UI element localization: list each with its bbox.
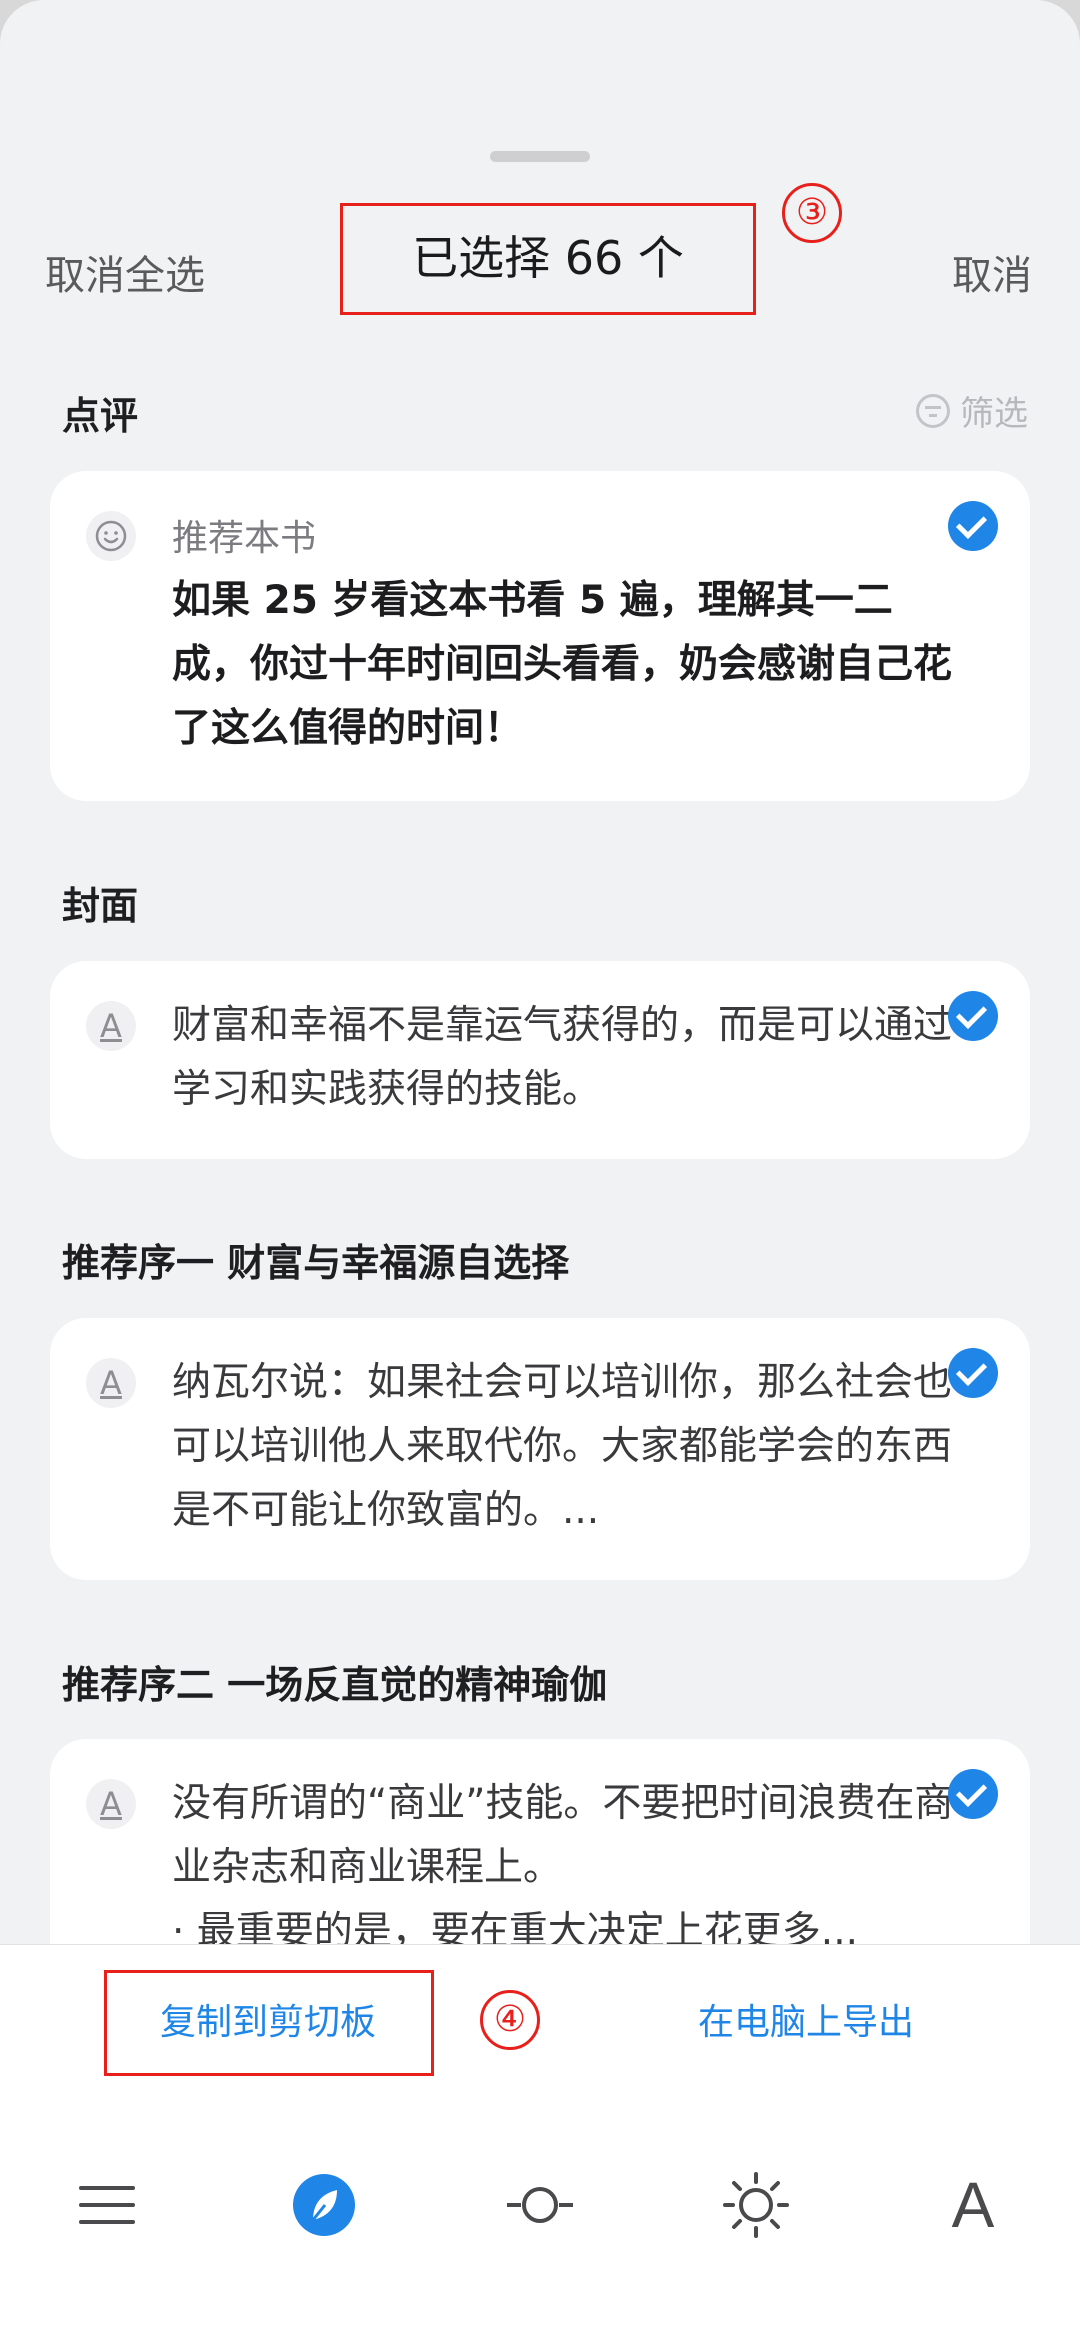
annotation-box-copy	[104, 1970, 434, 2076]
section-title: 封面	[62, 884, 139, 928]
underline-a-icon: A	[86, 1779, 136, 1829]
font-icon-glyph: A	[951, 2169, 995, 2241]
note-card[interactable]: A 财富和幸福不是靠运气获得的，而是可以通过学习和实践获得的技能。	[50, 961, 1030, 1159]
card-text: 财富和幸福不是靠运气获得的，而是可以通过学习和实践获得的技能。	[172, 1003, 953, 1112]
progress-slider-icon[interactable]	[495, 2160, 585, 2250]
filter-icon	[916, 393, 950, 428]
annotation-marker-4: ④	[480, 1990, 540, 2050]
checkbox-checked[interactable]	[948, 501, 998, 551]
checkbox-checked[interactable]	[948, 1769, 998, 1819]
export-on-computer-button[interactable]: 在电脑上导出	[698, 1945, 914, 2100]
card-text: 纳瓦尔说：如果社会可以培训你，那么社会也可以培训他人来取代你。大家都能学会的东西…	[172, 1360, 953, 1533]
annotation-box-title	[340, 203, 756, 315]
card-text: 没有所谓的“商业”技能。不要把时间浪费在商业杂志和商业课程上。	[172, 1781, 954, 1890]
smiley-icon	[86, 511, 136, 561]
card-label: 推荐本书	[172, 518, 317, 559]
cancel-button[interactable]: 取消	[952, 243, 1032, 301]
note-card[interactable]: 推荐本书 如果 25 岁看这本书看 5 遍，理解其一二成，你过十年时间回头看看，…	[50, 471, 1030, 801]
note-card[interactable]: A 纳瓦尔说：如果社会可以培训你，那么社会也可以培训他人来取代你。大家都能学会的…	[50, 1318, 1030, 1580]
annotation-marker-3: ③	[782, 183, 842, 243]
section-title: 推荐序一 财富与幸福源自选择	[62, 1241, 570, 1285]
filter-button[interactable]: 筛选	[916, 386, 1028, 435]
brightness-icon[interactable]	[711, 2160, 801, 2250]
checkbox-checked[interactable]	[948, 1348, 998, 1398]
card-text: 如果 25 岁看这本书看 5 遍，理解其一二成，你过十年时间回头看看，奶会感谢自…	[172, 578, 953, 751]
section-title: 推荐序二 一场反直觉的精神瑜伽	[62, 1663, 608, 1707]
checkbox-checked[interactable]	[948, 991, 998, 1041]
menu-icon[interactable]	[62, 2160, 152, 2250]
drag-handle[interactable]	[490, 151, 590, 162]
bottom-toolbar: A	[0, 2100, 1080, 2337]
section-title: 点评	[62, 394, 139, 438]
font-icon[interactable]: A	[928, 2160, 1018, 2250]
underline-a-icon: A	[86, 1001, 136, 1051]
compass-icon[interactable]	[279, 2160, 369, 2250]
filter-label: 筛选	[960, 394, 1028, 434]
underline-a-icon: A	[86, 1358, 136, 1408]
deselect-all-button[interactable]: 取消全选	[45, 243, 205, 301]
bottom-sheet: 取消全选 已选择 66 个 取消 ③ 点评 筛选 推荐本书 如果 25 岁看这本…	[0, 0, 1080, 2337]
